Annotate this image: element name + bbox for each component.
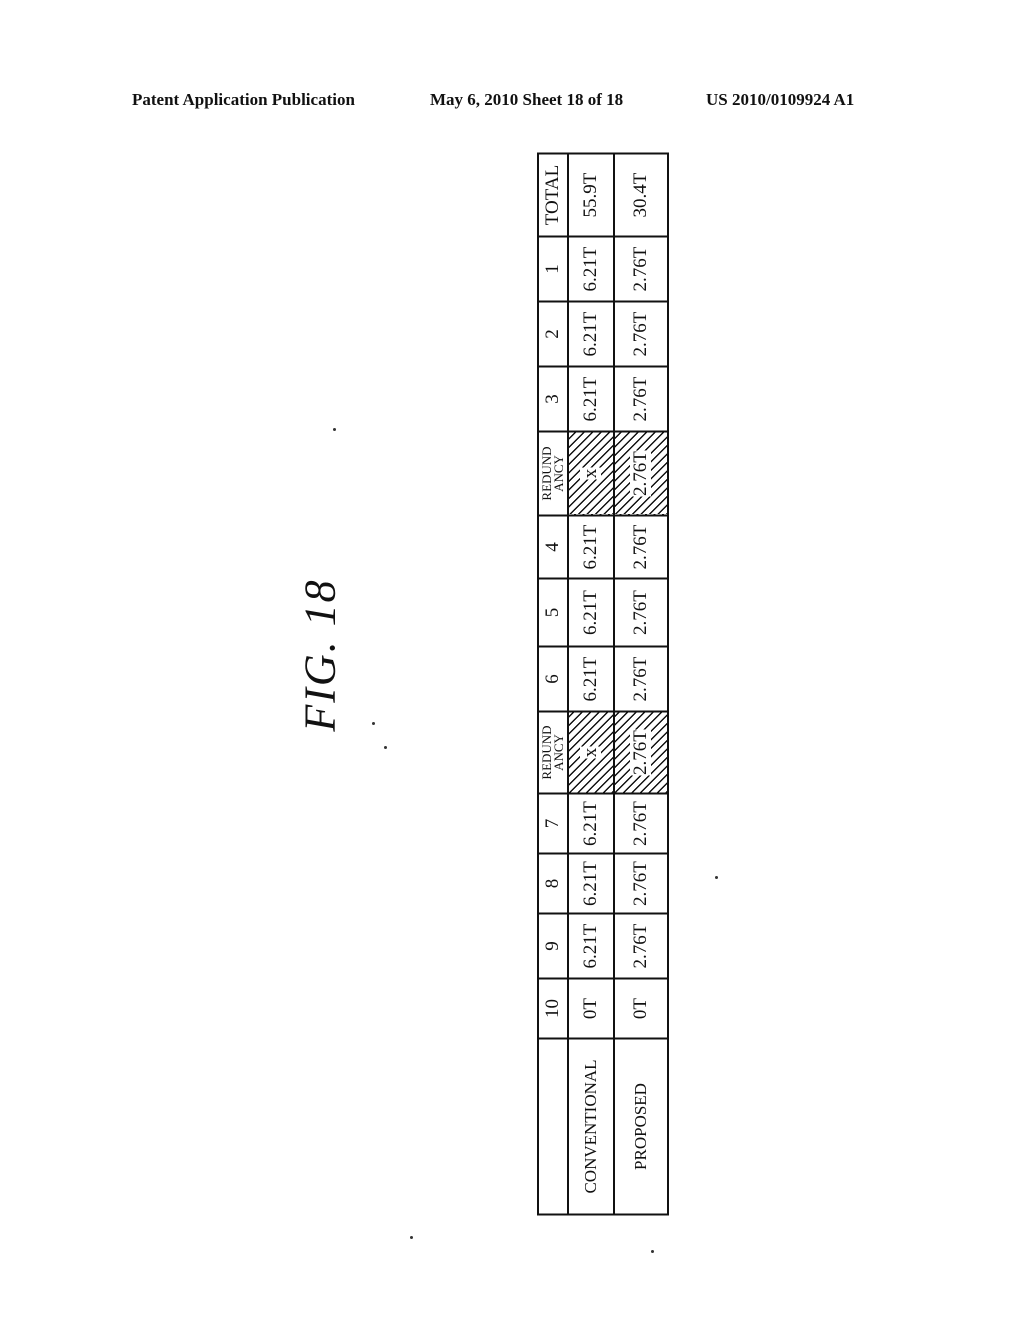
row-label: CONVENTIONAL (568, 1038, 614, 1215)
table-cell: 6.21T (568, 853, 614, 914)
table-row: CONVENTIONAL 0T 6.21T 6.21T 6.21T x 6.21T 6.21T… (568, 153, 614, 1215)
total-cell: 30.4T (614, 153, 668, 237)
cell-value: 2.76T (630, 450, 651, 497)
table-row: PROPOSED 0T 2.76T 2.76T 2.76T 2.76T 2.76T 2.76T… (614, 153, 668, 1215)
table-cell: 6.21T (568, 578, 614, 647)
page-header: Patent Application Publication May 6, 20… (0, 90, 1024, 114)
table-cell: 6.21T (568, 366, 614, 432)
column-header: 6 (538, 646, 568, 712)
table-cell: 0T (568, 978, 614, 1039)
table-cell: 6.21T (568, 793, 614, 854)
table-cell: 2.76T (614, 578, 668, 647)
table-cell: 0T (614, 978, 668, 1039)
table-cell: 6.21T (568, 646, 614, 712)
column-header: REDUND ANCY (538, 431, 568, 516)
table-cell: 6.21T (568, 236, 614, 302)
table-cell: 6.21T (568, 515, 614, 579)
publication-number: US 2010/0109924 A1 (706, 90, 855, 109)
table-cell: 2.76T (614, 853, 668, 914)
column-header: 9 (538, 913, 568, 979)
cell-value: x (580, 467, 601, 480)
cell-value: 2.76T (630, 729, 651, 776)
scan-speck (384, 746, 387, 749)
column-header: 8 (538, 853, 568, 914)
table-cell: 2.76T (614, 301, 668, 367)
comparison-table: 10 9 8 7 REDUND ANCY 6 5 4 REDUND ANCY 3 2 1 TOTAL CONV… (537, 153, 669, 1216)
table-cell: 2.76T (614, 236, 668, 302)
corner-cell (538, 1038, 568, 1215)
column-header: 1 (538, 236, 568, 302)
column-header: TOTAL (538, 153, 568, 237)
table-cell: 2.76T (614, 366, 668, 432)
redundancy-cell: x (568, 711, 614, 794)
total-cell: 55.9T (568, 153, 614, 237)
column-header: 3 (538, 366, 568, 432)
scan-speck (333, 428, 336, 431)
table-cell: 6.21T (568, 301, 614, 367)
column-header: 7 (538, 793, 568, 854)
redundancy-cell: x (568, 431, 614, 516)
column-header: 2 (538, 301, 568, 367)
publication-type: Patent Application Publication (132, 90, 355, 109)
redundancy-cell: 2.76T (614, 431, 668, 516)
scan-speck (715, 876, 718, 879)
scan-speck (410, 1236, 413, 1239)
table-cell: 2.76T (614, 793, 668, 854)
column-header: 5 (538, 578, 568, 647)
scan-speck (651, 1250, 654, 1253)
table-cell: 2.76T (614, 913, 668, 979)
column-header: 10 (538, 978, 568, 1039)
table-cell: 2.76T (614, 646, 668, 712)
cell-value: x (580, 746, 601, 759)
scan-speck (372, 722, 375, 725)
header-row: 10 9 8 7 REDUND ANCY 6 5 4 REDUND ANCY 3 2 1 TOTAL (538, 153, 568, 1215)
row-label: PROPOSED (614, 1038, 668, 1215)
publication-date-sheet: May 6, 2010 Sheet 18 of 18 (430, 90, 624, 109)
table-cell: 2.76T (614, 515, 668, 579)
figure-label: FIG. 18 (295, 578, 345, 732)
table-cell: 6.21T (568, 913, 614, 979)
redundancy-cell: 2.76T (614, 711, 668, 794)
comparison-table-rotated: 10 9 8 7 REDUND ANCY 6 5 4 REDUND ANCY 3 2 1 TOTAL CONV… (537, 153, 669, 1216)
column-header: REDUND ANCY (538, 711, 568, 794)
column-header: 4 (538, 515, 568, 579)
